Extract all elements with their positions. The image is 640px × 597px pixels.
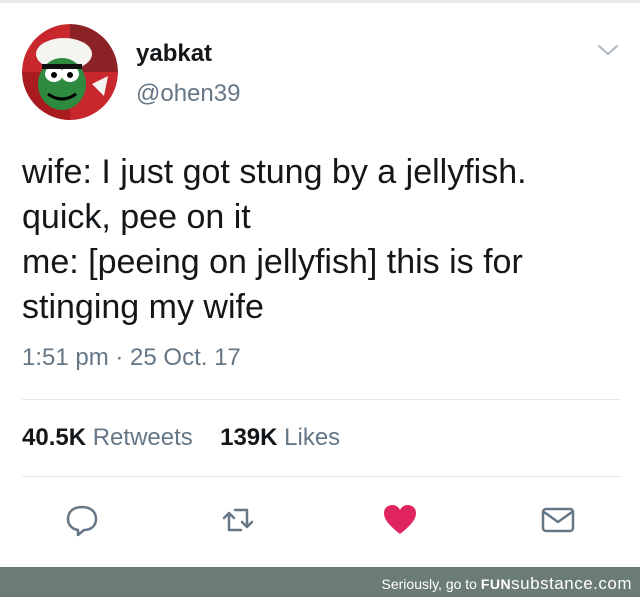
footer-prefix: Seriously, go to [381,576,481,592]
footer-text[interactable]: Seriously, go to FUNsubstance.com [382,574,632,594]
retweet-button[interactable] [220,502,256,538]
tweet-text: wife: I just got stung by a jellyfish. q… [22,150,622,330]
tweet-line: quick, pee on it [22,198,251,236]
footer-bar: Seriously, go to FUNsubstance.com [0,567,640,597]
divider [22,476,620,477]
likes-stat[interactable]: 139K Likes [220,424,340,451]
brand-fun: FUN [480,576,512,592]
brand-sub: substance [511,574,594,593]
tweet-line: me: [peeing on jellyfish] this is for [22,243,523,281]
tweet-line: wife: I just got stung by a jellyfish. [22,153,527,191]
speech-bubble-icon [66,505,98,537]
user-handle[interactable]: @ohen39 [136,80,240,108]
like-button[interactable] [382,502,418,538]
avatar[interactable] [22,24,118,120]
retweets-label: Retweets [92,424,193,451]
tweet-timestamp[interactable]: 1:51 pm · 25 Oct. 17 [22,344,241,372]
top-border [0,0,640,3]
brand-suffix: .com [593,574,632,593]
envelope-icon [541,507,575,533]
retweet-arrows-icon [222,508,254,532]
likes-count: 139K [220,424,278,451]
engagement-stats: 40.5K Retweets 139K Likes [22,424,340,452]
heart-icon [384,505,416,534]
reply-button[interactable] [64,502,100,538]
retweets-count: 40.5K [22,424,87,451]
brand-logo: FUNsubstance.com [480,574,632,593]
divider [22,399,620,400]
direct-message-button[interactable] [540,502,576,538]
display-name[interactable]: yabkat [136,40,212,68]
retweets-stat[interactable]: 40.5K Retweets [22,424,199,451]
chevron-down-icon[interactable] [596,40,620,60]
tweet-line: stinging my wife [22,288,264,326]
likes-label: Likes [284,424,341,451]
